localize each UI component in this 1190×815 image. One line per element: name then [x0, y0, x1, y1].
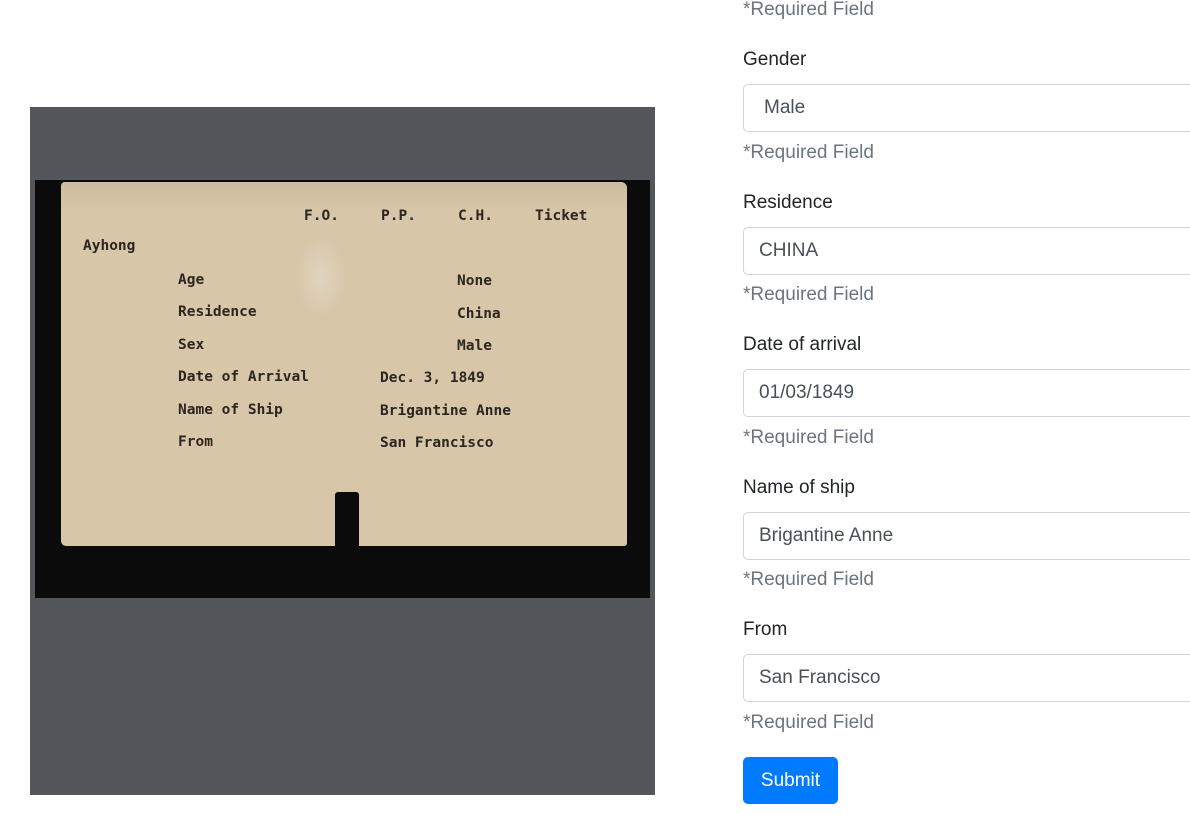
residence-input[interactable]	[743, 227, 1190, 275]
card-row-label: From	[178, 434, 213, 450]
card-row-value: Dec. 3, 1849	[380, 370, 485, 386]
card-header-ch: C.H.	[458, 208, 493, 224]
card-row-value: Male	[457, 338, 492, 354]
card-row-value: China	[457, 306, 501, 322]
required-field-note: *Required Field	[743, 142, 874, 163]
image-viewer: F.O. P.P. C.H. Ticket Ayhong Age None Re…	[30, 107, 655, 795]
card-row-value: San Francisco	[380, 435, 494, 451]
required-field-note: *Required Field	[743, 569, 874, 590]
card-row-value: None	[457, 273, 492, 289]
scanned-card-image: F.O. P.P. C.H. Ticket Ayhong Age None Re…	[35, 180, 650, 598]
required-field-note: *Required Field	[743, 284, 874, 305]
card-header-fo: F.O.	[304, 208, 339, 224]
card-header-pp: P.P.	[381, 208, 416, 224]
required-field-note: *Required Field	[743, 0, 874, 20]
submit-button[interactable]: Submit	[743, 757, 838, 804]
index-card: F.O. P.P. C.H. Ticket Ayhong Age None Re…	[61, 182, 627, 546]
card-row-value: Brigantine Anne	[380, 403, 511, 419]
name-of-ship-label: Name of ship	[743, 477, 855, 498]
card-row-label: Sex	[178, 337, 205, 353]
gender-label: Gender	[743, 49, 807, 70]
card-header-ticket: Ticket	[535, 208, 588, 224]
date-of-arrival-label: Date of arrival	[743, 334, 862, 355]
from-input[interactable]	[743, 654, 1190, 702]
date-of-arrival-input[interactable]	[743, 369, 1190, 417]
card-row-label: Name of Ship	[178, 402, 283, 418]
card-row-label: Residence	[178, 304, 257, 320]
card-stain	[296, 237, 346, 317]
name-of-ship-input[interactable]	[743, 512, 1190, 560]
card-row-label: Date of Arrival	[178, 369, 309, 385]
card-notch	[335, 492, 359, 546]
required-field-note: *Required Field	[743, 427, 874, 448]
card-row-label: Age	[178, 272, 205, 288]
gender-select[interactable]: Male	[743, 84, 1190, 132]
card-person-name: Ayhong	[83, 238, 136, 254]
from-label: From	[743, 619, 788, 640]
required-field-note: *Required Field	[743, 712, 874, 733]
residence-label: Residence	[743, 192, 833, 213]
